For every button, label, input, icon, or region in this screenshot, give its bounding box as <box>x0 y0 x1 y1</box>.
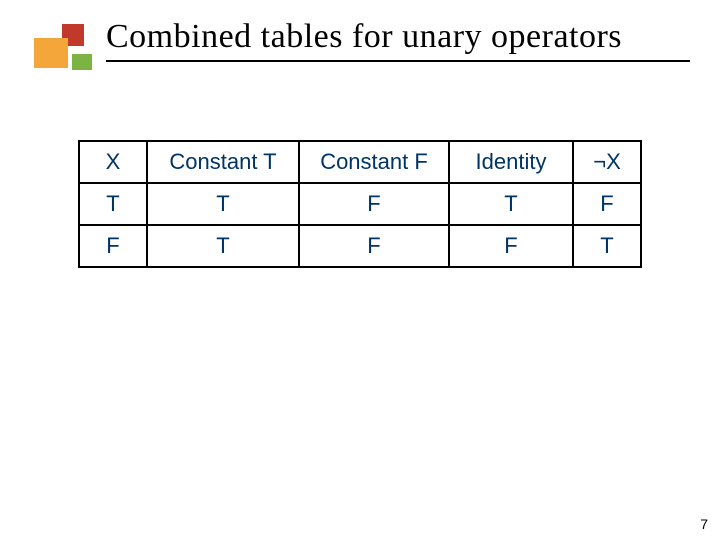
cell: F <box>299 183 449 225</box>
col-header-not-x: ¬X <box>573 141 641 183</box>
page-title: Combined tables for unary operators <box>106 18 622 56</box>
col-header-identity: Identity <box>449 141 573 183</box>
header-decoration <box>30 18 100 78</box>
cell: T <box>449 183 573 225</box>
cell: T <box>573 225 641 267</box>
page-number: 7 <box>700 516 708 532</box>
cell: F <box>449 225 573 267</box>
table-row: T T F T F <box>79 183 641 225</box>
cell: F <box>573 183 641 225</box>
cell: T <box>147 225 299 267</box>
col-header-constant-t: Constant T <box>147 141 299 183</box>
title-underline <box>106 60 690 62</box>
truth-table: X Constant T Constant F Identity ¬X T T … <box>78 140 642 268</box>
cell: F <box>79 225 147 267</box>
slide-header: Combined tables for unary operators <box>0 0 720 78</box>
col-header-constant-f: Constant F <box>299 141 449 183</box>
deco-square-orange <box>34 38 68 68</box>
cell: T <box>79 183 147 225</box>
col-header-x: X <box>79 141 147 183</box>
table-header-row: X Constant T Constant F Identity ¬X <box>79 141 641 183</box>
table-row: F T F F T <box>79 225 641 267</box>
deco-square-green <box>72 54 92 70</box>
cell: F <box>299 225 449 267</box>
cell: T <box>147 183 299 225</box>
truth-table-wrap: X Constant T Constant F Identity ¬X T T … <box>78 140 642 268</box>
